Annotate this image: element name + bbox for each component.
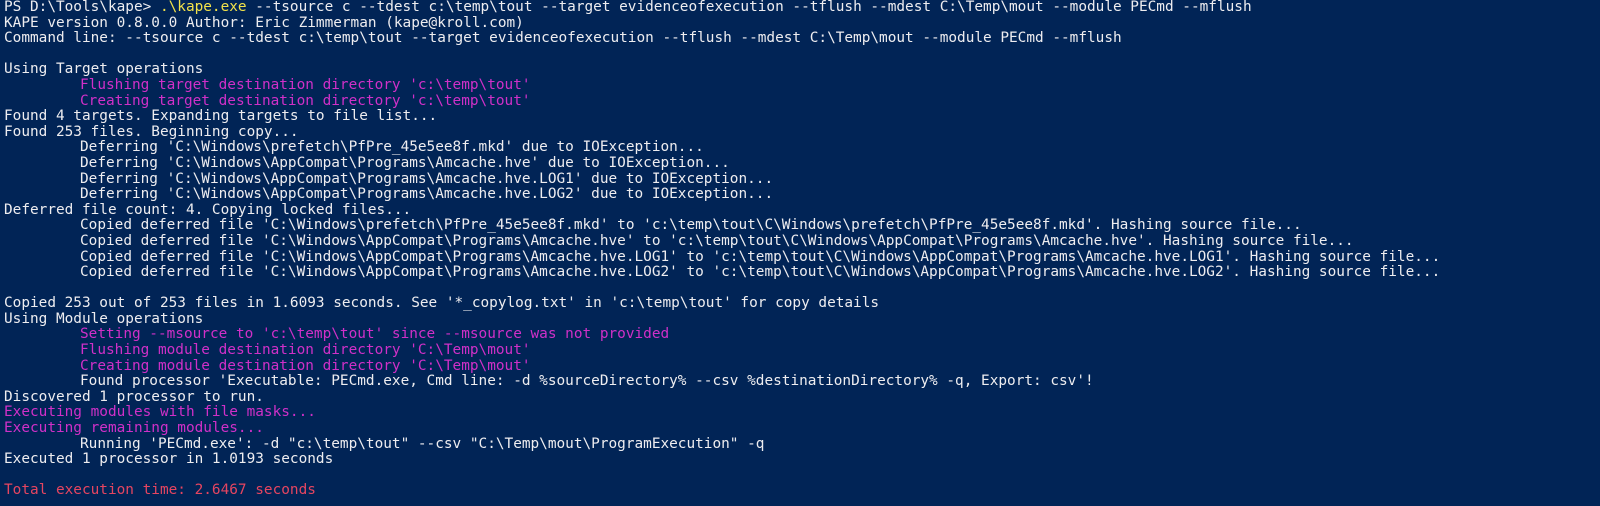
output-line-blank bbox=[4, 281, 1600, 297]
output-line-deferring: Deferring 'C:\Windows\AppCompat\Programs… bbox=[80, 171, 774, 187]
output-line-copied-deferred: Copied deferred file 'C:\Windows\AppComp… bbox=[80, 249, 1441, 265]
output-line-module-ops: Using Module operations bbox=[4, 311, 204, 327]
prompt-line: PS D:\Tools\kape> .\kape.exe --tsource c… bbox=[4, 0, 1600, 16]
output-line-target-ops: Using Target operations bbox=[4, 62, 204, 78]
command-executable: .\kape.exe bbox=[159, 0, 247, 15]
output-line-deferring: Deferring 'C:\Windows\AppCompat\Programs… bbox=[80, 155, 730, 171]
prompt-path: PS D:\Tools\kape> bbox=[4, 0, 160, 15]
powershell-terminal[interactable]: PS D:\Tools\kape> .\kape.exe --tsource c… bbox=[0, 0, 1600, 506]
output-line-flush-module: Flushing module destination directory 'C… bbox=[80, 343, 531, 359]
output-line-total-time: Total execution time: 2.6467 seconds bbox=[4, 483, 316, 499]
output-line-create-module: Creating module destination directory 'C… bbox=[80, 358, 531, 374]
output-line-found-processor: Found processor 'Executable: PECmd.exe, … bbox=[80, 374, 1094, 390]
output-line-commandline: Command line: --tsource c --tdest c:\tem… bbox=[4, 31, 1122, 47]
output-line-deferring: Deferring 'C:\Windows\AppCompat\Programs… bbox=[80, 187, 774, 203]
output-line-create-target: Creating target destination directory 'c… bbox=[80, 93, 531, 109]
output-line-found-targets: Found 4 targets. Expanding targets to fi… bbox=[4, 109, 438, 125]
output-line-deferring: Deferring 'C:\Windows\prefetch\PfPre_45e… bbox=[80, 140, 704, 156]
output-line-copied-deferred: Copied deferred file 'C:\Windows\AppComp… bbox=[80, 265, 1441, 281]
output-line-running-pecmd: Running 'PECmd.exe': -d "c:\temp\tout" -… bbox=[80, 436, 765, 452]
output-line-flush-target: Flushing target destination directory 'c… bbox=[80, 77, 531, 93]
output-line-blank bbox=[4, 468, 1600, 484]
output-line-copied-deferred: Copied deferred file 'C:\Windows\prefetc… bbox=[80, 218, 1302, 234]
command-arguments: --tsource c --tdest c:\temp\tout --targe… bbox=[246, 0, 1252, 15]
output-line-exec-file-masks: Executing modules with file masks... bbox=[4, 405, 316, 421]
output-line-copy-summary: Copied 253 out of 253 files in 1.6093 se… bbox=[4, 296, 880, 312]
output-line-blank bbox=[4, 47, 1600, 63]
output-line-version: KAPE version 0.8.0.0 Author: Eric Zimmer… bbox=[4, 15, 524, 31]
output-line-discovered-processor: Discovered 1 processor to run. bbox=[4, 389, 264, 405]
output-line-deferred-count: Deferred file count: 4. Copying locked f… bbox=[4, 202, 412, 218]
output-line-executed-processor: Executed 1 processor in 1.0193 seconds bbox=[4, 452, 334, 468]
output-line-copied-deferred: Copied deferred file 'C:\Windows\AppComp… bbox=[80, 233, 1354, 249]
output-line-found-files: Found 253 files. Beginning copy... bbox=[4, 124, 299, 140]
output-line-exec-remaining: Executing remaining modules... bbox=[4, 421, 264, 437]
output-line-set-msource: Setting --msource to 'c:\temp\tout' sinc… bbox=[80, 327, 670, 343]
